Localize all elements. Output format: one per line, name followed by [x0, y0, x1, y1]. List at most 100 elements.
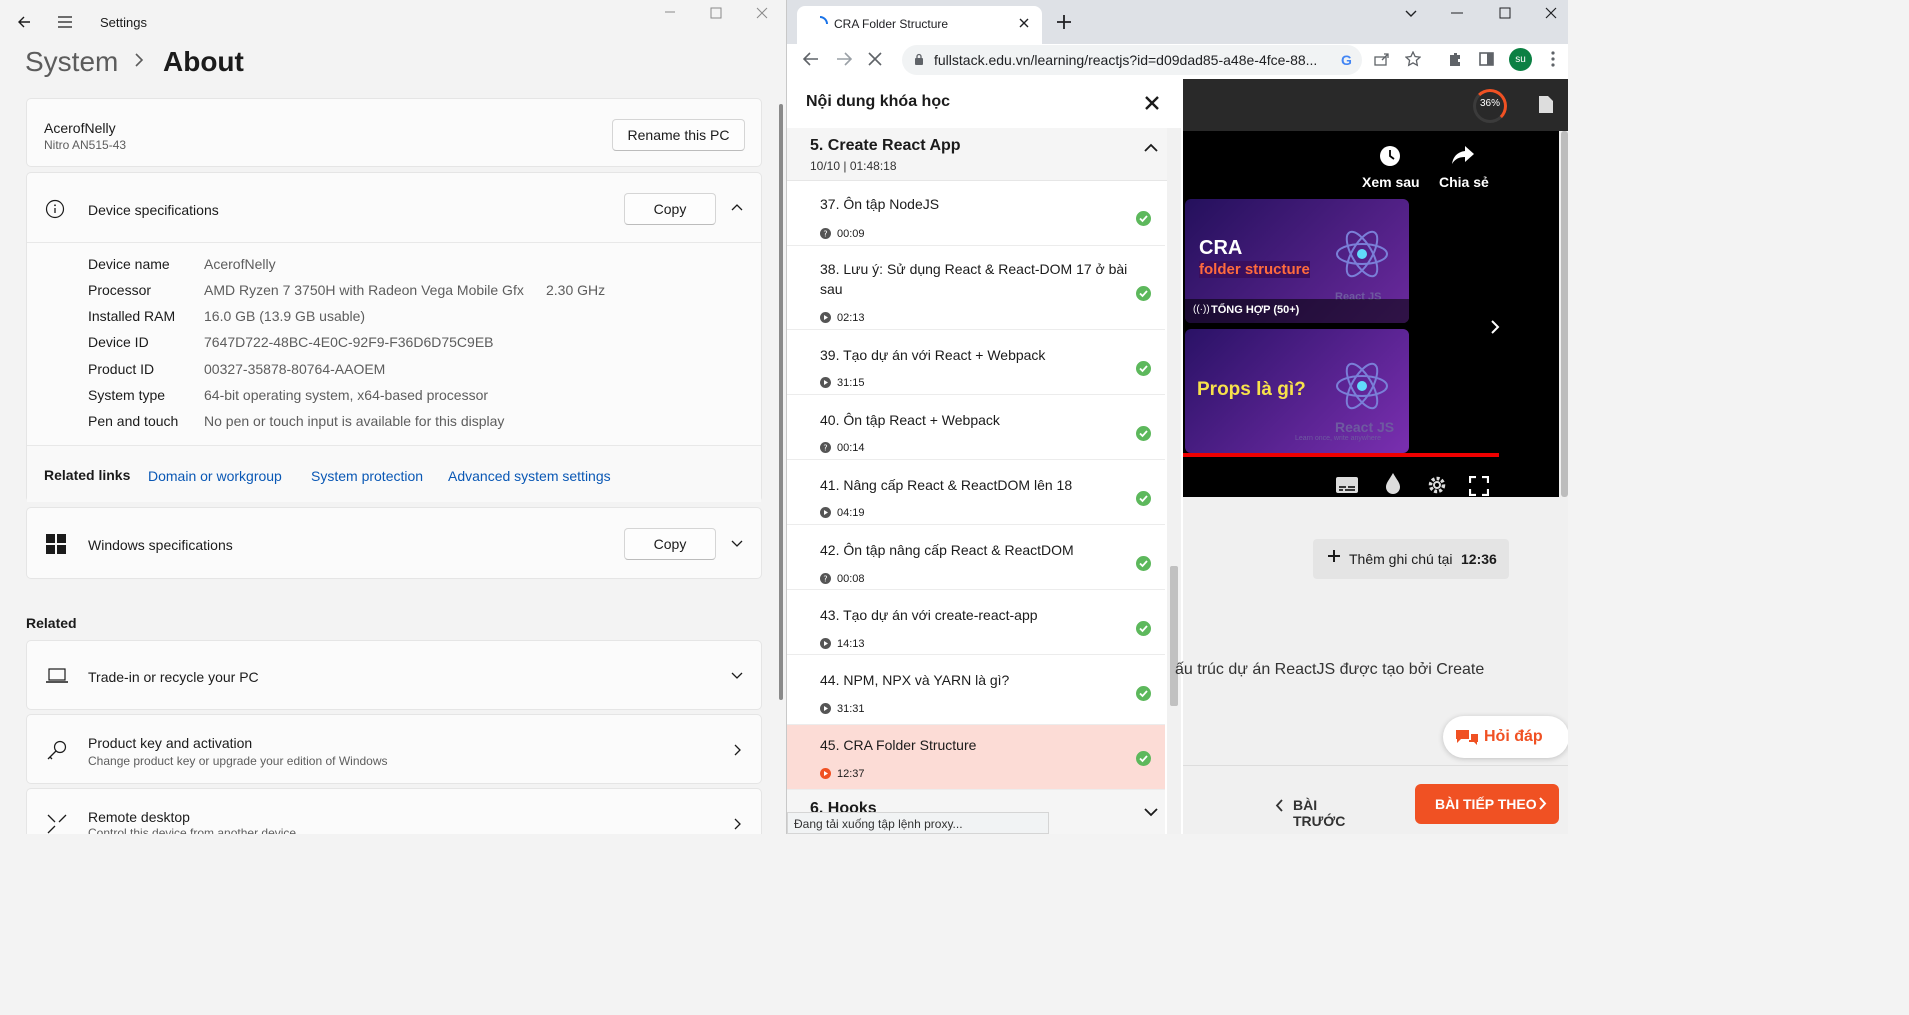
subtitles-icon[interactable]: [1336, 477, 1358, 493]
lesson-description: ấu trúc dự án ReactJS được tạo bởi Creat…: [1175, 661, 1485, 678]
new-tab-icon[interactable]: [1057, 15, 1071, 29]
lesson-item[interactable]: 39. Tạo dự án với React + Webpack 31:15: [787, 330, 1165, 395]
minimize-button[interactable]: [664, 6, 676, 18]
add-note-button[interactable]: Thêm ghi chú tại 12:36: [1313, 539, 1509, 579]
page-scrollbar-thumb[interactable]: [1561, 131, 1568, 497]
completed-check-icon: [1136, 556, 1151, 571]
share-arrow-icon[interactable]: [1451, 145, 1475, 165]
svg-text:?: ?: [823, 575, 827, 584]
lesson-item[interactable]: 41. Nâng cấp React & ReactDOM lên 18 04:…: [787, 460, 1165, 525]
browser-maximize-button[interactable]: [1499, 7, 1511, 19]
related-item-trade-in[interactable]: Trade-in or recycle your PC: [26, 640, 762, 710]
playing-icon: [820, 768, 831, 779]
page-scrollbar-track[interactable]: [1559, 131, 1568, 497]
related-item-product-key[interactable]: Product key and activation Change produc…: [26, 714, 762, 784]
video-progress-bar[interactable]: [1183, 453, 1499, 457]
lesson-title: 45. CRA Folder Structure: [820, 737, 977, 753]
device-specs-title: Device specifications: [88, 202, 219, 218]
close-button[interactable]: [756, 7, 768, 19]
progress-percent: 36%: [1479, 98, 1500, 109]
stop-loading-icon[interactable]: [868, 52, 882, 66]
thumbnail-subtitle: folder structure: [1199, 261, 1310, 278]
windows-specs-title: Windows specifications: [88, 537, 233, 553]
suggested-video-thumbnail[interactable]: CRA folder structure React JS ((·)) TỔNG…: [1185, 199, 1409, 323]
copy-device-specs-button[interactable]: Copy: [624, 193, 716, 225]
related-item-title: Trade-in or recycle your PC: [88, 669, 259, 685]
lesson-item-active[interactable]: 45. CRA Folder Structure 12:37: [787, 725, 1165, 790]
profile-avatar[interactable]: SU: [1509, 48, 1532, 71]
chevron-up-icon[interactable]: [731, 203, 743, 211]
spec-value-extra: 2.30 GHz: [546, 282, 606, 298]
spec-label: Installed RAM: [88, 308, 176, 324]
share-label[interactable]: Chia sẻ: [1439, 174, 1489, 190]
tab-close-icon[interactable]: [1019, 18, 1029, 28]
lesson-item[interactable]: 38. Lưu ý: Sử dụng React & React-DOM 17 …: [787, 246, 1165, 330]
next-suggestions-chevron-icon[interactable]: [1490, 319, 1500, 335]
live-radio-icon: ((·)): [1193, 304, 1210, 315]
lesson-item[interactable]: 37. Ôn tập NodeJS ? 00:09: [787, 181, 1165, 246]
lesson-item[interactable]: 40. Ôn tập React + Webpack ? 00:14: [787, 395, 1165, 460]
course-panel-scrollbar[interactable]: [1167, 128, 1181, 834]
suggested-video-thumbnail[interactable]: Props là gì? React JS Learn once, write …: [1185, 329, 1409, 453]
lesson-item[interactable]: 42. Ôn tập nâng cấp React & ReactDOM ? 0…: [787, 525, 1165, 590]
lesson-duration: 00:14: [837, 442, 865, 454]
side-panel-icon[interactable]: [1479, 52, 1494, 66]
related-item-remote-desktop[interactable]: Remote desktop Control this device from …: [26, 788, 762, 834]
notes-document-icon[interactable]: [1538, 95, 1554, 114]
windows-specs-card[interactable]: Windows specifications Copy: [26, 507, 762, 579]
back-arrow-icon[interactable]: [16, 14, 32, 30]
hamburger-menu-icon[interactable]: [57, 15, 73, 29]
section-header[interactable]: 5. Create React App 10/10 | 01:48:18: [787, 128, 1167, 181]
kebab-menu-icon[interactable]: [1551, 51, 1555, 67]
google-translate-icon[interactable]: G: [1341, 52, 1352, 68]
lesson-title: 42. Ôn tập nâng cấp React & ReactDOM: [820, 542, 1074, 558]
clock-icon[interactable]: [1379, 145, 1401, 167]
browser-minimize-button[interactable]: [1451, 12, 1463, 14]
browser-tab[interactable]: CRA Folder Structure: [797, 6, 1042, 44]
lesson-item[interactable]: 43. Tạo dự án với create-react-app 14:13: [787, 590, 1165, 655]
settings-gear-icon[interactable]: [1427, 475, 1447, 495]
device-specs-header[interactable]: Device specifications Copy: [27, 173, 761, 243]
chevron-down-icon[interactable]: [731, 540, 743, 548]
spec-label: Device name: [88, 256, 170, 272]
address-bar[interactable]: fullstack.edu.vn/learning/reactjs?id=d09…: [902, 45, 1362, 75]
domain-workgroup-link[interactable]: Domain or workgroup: [148, 468, 282, 484]
next-lesson-button[interactable]: BÀI TIẾP THEO: [1415, 784, 1559, 824]
chevron-down-icon: [1144, 808, 1158, 817]
breadcrumb-parent[interactable]: System: [25, 46, 118, 78]
fullscreen-icon[interactable]: [1469, 476, 1489, 496]
thumbnail-caption-bar: ((·)) TỔNG HỢP (50+): [1185, 299, 1409, 323]
back-icon[interactable]: [803, 52, 819, 66]
laptop-icon: [46, 668, 68, 684]
thumbnail-brand: React JS: [1335, 419, 1395, 435]
video-player[interactable]: Xem sau Chia sẻ CRA folder structure Rea…: [1183, 131, 1559, 497]
completed-check-icon: [1136, 286, 1151, 301]
svg-text:?: ?: [823, 444, 827, 453]
loading-spinner-icon: [812, 16, 828, 32]
share-page-icon[interactable]: [1374, 52, 1390, 66]
watch-later-label[interactable]: Xem sau: [1362, 174, 1420, 190]
pc-name-card: AcerofNelly Nitro AN515-43 Rename this P…: [26, 98, 762, 167]
close-panel-icon[interactable]: [1145, 96, 1159, 110]
status-bubble: Đang tải xuống tập lệnh proxy...: [787, 812, 1049, 834]
rename-pc-button[interactable]: Rename this PC: [612, 119, 745, 151]
extensions-icon[interactable]: [1447, 51, 1463, 67]
lesson-item[interactable]: 44. NPM, NPX và YARN là gì? 31:31: [787, 655, 1165, 725]
previous-lesson-button[interactable]: BÀI TRƯỚC: [1269, 789, 1369, 829]
tab-search-chevron-icon[interactable]: [1405, 10, 1417, 18]
qa-button[interactable]: Hỏi đáp: [1443, 716, 1568, 758]
maximize-button[interactable]: [710, 7, 722, 19]
lesson-title: 38. Lưu ý: Sử dụng React & React-DOM 17 …: [820, 261, 1128, 297]
react-logo-icon: [1335, 227, 1389, 281]
settings-scrollbar[interactable]: [779, 104, 783, 700]
bookmark-star-icon[interactable]: [1405, 51, 1421, 67]
tab-title: CRA Folder Structure: [834, 17, 949, 31]
system-protection-link[interactable]: System protection: [311, 468, 423, 484]
advanced-system-settings-link[interactable]: Advanced system settings: [448, 468, 611, 484]
copy-windows-specs-button[interactable]: Copy: [624, 528, 716, 560]
scrollbar-thumb[interactable]: [1170, 566, 1178, 706]
droplet-icon[interactable]: [1385, 472, 1401, 494]
pc-name: AcerofNelly: [44, 120, 116, 136]
forward-icon[interactable]: [836, 52, 852, 66]
browser-close-button[interactable]: [1545, 7, 1557, 19]
